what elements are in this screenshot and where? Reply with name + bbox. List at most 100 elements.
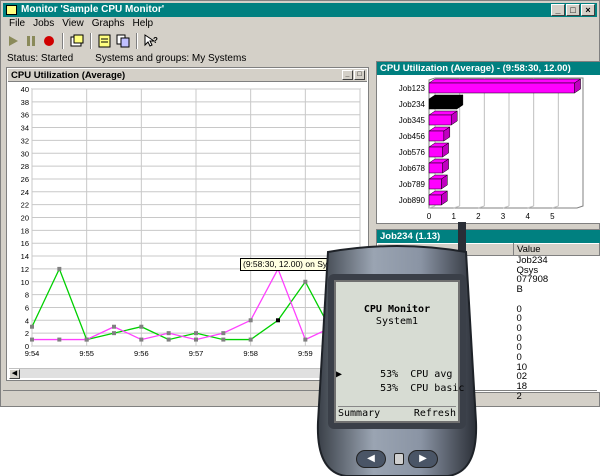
- data-point: [276, 318, 280, 323]
- y-tick-label: 4: [25, 316, 29, 325]
- data-point: [248, 337, 253, 342]
- data-point: [30, 337, 34, 342]
- y-tick-label: 18: [21, 226, 29, 235]
- category-label: Job234: [399, 100, 426, 109]
- phone-row-cpu-basic[interactable]: 53% CPU basic: [344, 372, 464, 405]
- bar-chart-pane-header: CPU Utilization (Average) - (9:58:30, 12…: [377, 62, 600, 75]
- y-tick-label: 20: [21, 214, 29, 223]
- y-tick-label: 10: [21, 278, 29, 287]
- y-tick-label: 26: [21, 175, 29, 184]
- nav-left-button[interactable]: ◀: [356, 450, 386, 468]
- category-label: Job678: [399, 164, 426, 173]
- data-point: [57, 337, 62, 342]
- x-tick-label: 2: [476, 212, 481, 221]
- x-tick-label: 9:54: [25, 349, 40, 358]
- menu-jobs[interactable]: Jobs: [30, 17, 57, 31]
- x-tick-label: 0: [427, 212, 432, 221]
- value-cell: 0: [516, 313, 522, 325]
- title-bar: Monitor 'Sample CPU Monitor' _ □ ×: [3, 3, 597, 17]
- x-tick-label: 4: [525, 212, 530, 221]
- x-tick-label: 9:55: [79, 349, 94, 358]
- properties-icon[interactable]: [69, 33, 85, 49]
- bar: [428, 98, 458, 110]
- svg-text:?: ?: [153, 36, 158, 45]
- toolbar-separator: [136, 33, 138, 49]
- y-tick-label: 16: [21, 239, 29, 248]
- phone-softkeys: Summary Refresh: [338, 406, 456, 419]
- y-tick-label: 6: [25, 303, 29, 312]
- softkey-refresh[interactable]: Refresh: [414, 408, 456, 419]
- systems-label: Systems and groups: My Systems: [95, 53, 247, 64]
- value-column-header[interactable]: Value: [513, 243, 600, 256]
- y-tick-label: 38: [21, 98, 29, 107]
- copy-icon[interactable]: [115, 33, 131, 49]
- y-tick-label: 30: [21, 149, 29, 158]
- selection-arrow-icon: ▶: [336, 369, 343, 380]
- help-pointer-icon[interactable]: ?: [143, 33, 159, 49]
- phone-title: CPU Monitor: [363, 304, 431, 315]
- pane-maximize-button[interactable]: □: [354, 70, 365, 80]
- minimize-button[interactable]: _: [551, 4, 565, 16]
- status-bar: [3, 390, 597, 404]
- data-point: [166, 331, 171, 336]
- y-tick-label: 8: [25, 291, 29, 300]
- x-tick-label: 9:58: [243, 349, 258, 358]
- list-icon[interactable]: [97, 33, 113, 49]
- menu-help[interactable]: Help: [130, 17, 157, 31]
- bar: [428, 146, 443, 158]
- data-point: [194, 331, 198, 336]
- menu-file[interactable]: File: [6, 17, 28, 31]
- value-cell: 0: [516, 332, 522, 344]
- data-point: [303, 337, 308, 342]
- y-tick-label: 24: [21, 188, 29, 197]
- window-title: Monitor 'Sample CPU Monitor': [21, 4, 165, 15]
- category-label: Job345: [399, 116, 426, 125]
- data-point: [221, 331, 226, 336]
- data-point: [139, 324, 144, 329]
- play-icon[interactable]: [5, 33, 21, 49]
- line-chart-pane-header: CPU Utilization (Average) _ □: [8, 69, 367, 82]
- softkey-summary[interactable]: Summary: [338, 408, 380, 419]
- scroll-left-icon[interactable]: ◀: [9, 369, 20, 379]
- select-button[interactable]: [394, 453, 404, 465]
- phone-screen: CPU Monitor System1 ▶ 53% CPU avg 53% CPU…: [334, 280, 464, 423]
- y-tick-label: 40: [21, 85, 29, 94]
- y-tick-label: 32: [21, 136, 29, 145]
- monitor-window: Monitor 'Sample CPU Monitor' _ □ × File …: [0, 0, 600, 407]
- data-point: [166, 337, 171, 342]
- toolbar: ?: [5, 31, 159, 51]
- bar: [428, 178, 442, 190]
- bar: [428, 162, 443, 174]
- status-label: Status: Started: [7, 53, 74, 64]
- bar-chart: 0 1 2 3 4 5 Job123 Job234 Job345 Job456 Job576 Job6…: [399, 77, 584, 221]
- bar: [428, 82, 575, 94]
- menu-graphs[interactable]: Graphs: [89, 17, 128, 31]
- data-point: [303, 279, 308, 284]
- category-label: Job456: [399, 132, 426, 141]
- value-cell: 0: [516, 322, 522, 334]
- menu-bar: File Jobs View Graphs Help: [3, 17, 156, 31]
- data-point: [57, 266, 62, 271]
- data-point: [248, 318, 253, 323]
- value-cell: 077908: [516, 274, 549, 286]
- value-cell: [514, 295, 600, 305]
- maximize-button[interactable]: □: [566, 4, 580, 16]
- pause-icon[interactable]: [23, 33, 39, 49]
- phone-subtitle: System1: [375, 316, 419, 327]
- y-tick-label: 36: [21, 111, 29, 120]
- close-button[interactable]: ×: [581, 4, 595, 16]
- pane-minimize-button[interactable]: _: [342, 70, 353, 80]
- x-tick-label: 3: [501, 212, 506, 221]
- nav-right-button[interactable]: ▶: [408, 450, 438, 468]
- category-label: Job576: [399, 148, 426, 157]
- bar-chart-pane-title: CPU Utilization (Average) - (9:58:30, 12…: [380, 63, 571, 74]
- stop-icon[interactable]: [41, 33, 57, 49]
- value-cell: 0: [516, 342, 522, 354]
- data-point: [112, 331, 116, 336]
- data-point: [139, 337, 144, 342]
- status-line: Status: Started Systems and groups: My S…: [7, 53, 246, 64]
- x-tick-label: 9:56: [134, 349, 149, 358]
- data-point: [221, 337, 226, 342]
- menu-view[interactable]: View: [59, 17, 87, 31]
- bar-chart-pane: CPU Utilization (Average) - (9:58:30, 12…: [376, 61, 600, 224]
